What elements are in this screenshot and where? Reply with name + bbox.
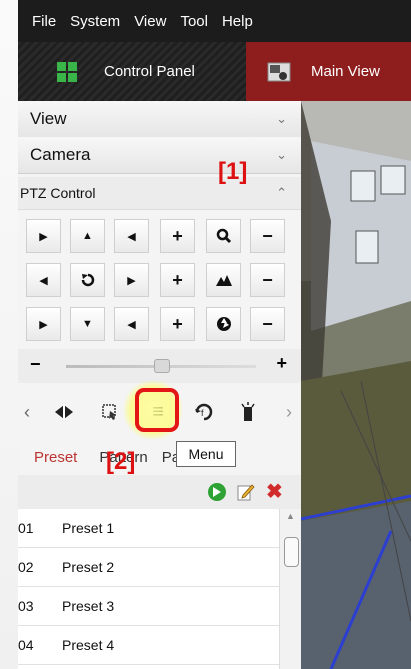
rotate-icon-button[interactable] (70, 263, 105, 297)
chevron-down-icon: ⌄ (276, 111, 287, 126)
menu-view[interactable]: View (134, 13, 166, 30)
list-item[interactable]: 04 Preset 4 (18, 626, 280, 665)
toolbar-next-button[interactable]: › (280, 396, 298, 428)
toolbar-prev-button[interactable]: ‹ (18, 396, 36, 428)
delete-icon[interactable]: ✖ (266, 479, 283, 504)
ptz-direction-button[interactable]: ◀ (114, 219, 149, 253)
focus-far-icon-button[interactable] (206, 263, 241, 297)
menu-file[interactable]: File (32, 13, 56, 30)
annotation-label-1: [1] (218, 158, 248, 185)
preset-number: 02 (18, 559, 34, 575)
ptz-direction-button[interactable]: ◀ (26, 263, 61, 297)
chevron-down-icon: ⌄ (276, 147, 287, 162)
ptz-control-header[interactable]: PTZ Control ⌃ (18, 177, 301, 210)
tab-bar: Control Panel Main View (18, 42, 411, 101)
ptz-direction-button[interactable]: ◀ (114, 307, 149, 341)
ptz-control-label: PTZ Control (20, 185, 96, 201)
region-icon[interactable] (94, 396, 126, 428)
ptz-direction-button[interactable]: ▲ (70, 219, 105, 253)
ptz-plus-button[interactable]: + (160, 307, 195, 341)
scroll-up-icon[interactable]: ▲ (286, 511, 295, 521)
menubar: File System View Tool Help (18, 0, 411, 42)
slider-plus[interactable]: + (276, 353, 287, 374)
light-icon[interactable] (232, 396, 264, 428)
iris-icon-button[interactable] (206, 307, 241, 341)
scrollbar-thumb[interactable] (284, 537, 299, 567)
list-item[interactable]: 01 Preset 1 (18, 509, 280, 548)
view-label: View (30, 109, 67, 128)
camera-scene (301, 101, 411, 669)
preset-actions: ✖ (18, 475, 301, 509)
slider-thumb[interactable] (154, 359, 170, 373)
tab-main-view[interactable]: Main View (246, 42, 411, 101)
ptz-minus-button[interactable]: − (250, 307, 285, 341)
preset-number: 03 (18, 598, 34, 614)
ptz-direction-button[interactable]: ▶ (26, 307, 61, 341)
ptz-plus-button[interactable]: + (160, 263, 195, 297)
preset-name: Preset 4 (62, 637, 115, 653)
tab-control-panel-label: Control Panel (104, 63, 195, 80)
slider-minus[interactable]: − (30, 354, 41, 375)
menu-system[interactable]: System (70, 13, 120, 30)
preset-tabs: Preset Pattern Patrol (18, 439, 301, 476)
ptz-direction-button[interactable]: ▶ (26, 219, 61, 253)
preset-number: 01 (18, 520, 34, 536)
camera-dropdown[interactable]: Camera ⌄ (18, 137, 301, 174)
ptz-minus-button[interactable]: − (250, 263, 285, 297)
menu-tooltip: Menu (176, 441, 236, 467)
menu-help[interactable]: Help (222, 13, 253, 30)
grid-icon (57, 61, 77, 82)
wiper-icon[interactable] (48, 396, 80, 428)
camera-label: Camera (30, 145, 91, 164)
svg-text:f: f (201, 408, 204, 418)
search-icon-button[interactable] (206, 219, 241, 253)
list-item[interactable]: 02 Preset 2 (18, 548, 280, 587)
camera-view[interactable] (301, 101, 411, 669)
ptz-minus-button[interactable]: − (250, 219, 285, 253)
list-scrollbar[interactable]: ▲ (279, 509, 301, 669)
ptz-direction-button[interactable]: ▶ (114, 263, 149, 297)
view-dropdown[interactable]: View ⌄ (18, 101, 301, 138)
speed-slider[interactable]: − + (18, 349, 301, 383)
chevron-up-icon: ⌃ (276, 185, 287, 200)
tab-control-panel[interactable]: Control Panel (18, 42, 236, 101)
patrol-icon[interactable]: f (188, 396, 220, 428)
preset-name: Preset 1 (62, 520, 115, 536)
ptz-direction-button[interactable]: ▼ (70, 307, 105, 341)
edit-icon[interactable] (236, 482, 256, 507)
list-item[interactable]: 03 Preset 3 (18, 587, 280, 626)
menu-tool[interactable]: Tool (180, 13, 208, 30)
camera-view-icon (267, 62, 291, 81)
annotation-label-2: [2] (106, 448, 136, 475)
tab-preset[interactable]: Preset (34, 449, 77, 466)
preset-number: 04 (18, 637, 34, 653)
ptz-plus-button[interactable]: + (160, 219, 195, 253)
left-strip (0, 0, 18, 669)
highlight-ring (135, 388, 179, 432)
preset-list: 01 Preset 1 02 Preset 2 03 Preset 3 04 P… (18, 509, 301, 669)
preset-name: Preset 3 (62, 598, 115, 614)
play-icon[interactable] (208, 483, 226, 501)
preset-name: Preset 2 (62, 559, 115, 575)
tab-main-view-label: Main View (311, 63, 380, 80)
